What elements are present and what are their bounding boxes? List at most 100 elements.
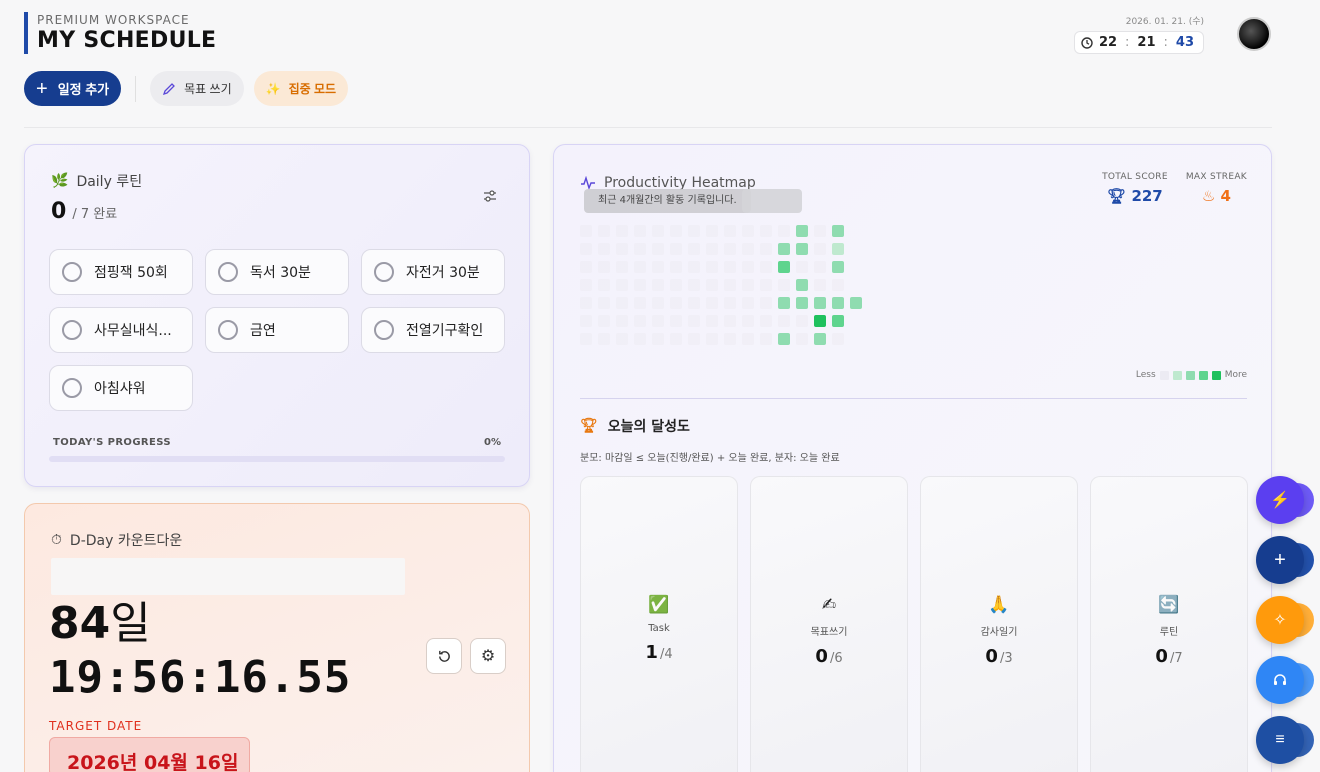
focus-fab[interactable]: ✧ <box>1256 596 1304 644</box>
heatmap-cell[interactable] <box>832 243 844 255</box>
heatmap-cell[interactable] <box>706 243 718 255</box>
heatmap-cell[interactable] <box>688 333 700 345</box>
heatmap-cell[interactable] <box>634 225 646 237</box>
routine-item[interactable]: 자전거 30분 <box>361 249 505 295</box>
heatmap-cell[interactable] <box>652 297 664 309</box>
routine-item[interactable]: 독서 30분 <box>205 249 349 295</box>
heatmap-cell[interactable] <box>688 225 700 237</box>
heatmap-cell[interactable] <box>760 243 772 255</box>
heatmap-cell[interactable] <box>760 279 772 291</box>
heatmap-cell[interactable] <box>760 333 772 345</box>
heatmap-cell[interactable] <box>778 279 790 291</box>
heatmap-cell[interactable] <box>616 279 628 291</box>
heatmap-cell[interactable] <box>616 297 628 309</box>
heatmap-cell[interactable] <box>580 333 592 345</box>
heatmap-cell[interactable] <box>598 279 610 291</box>
headphones-fab[interactable] <box>1256 656 1304 704</box>
heatmap-cell[interactable] <box>670 261 682 273</box>
heatmap-cell[interactable] <box>832 261 844 273</box>
heatmap-cell[interactable] <box>706 333 718 345</box>
heatmap-cell[interactable] <box>850 297 862 309</box>
heatmap-cell[interactable] <box>616 225 628 237</box>
heatmap-cell[interactable] <box>832 225 844 237</box>
heatmap-cell[interactable] <box>742 333 754 345</box>
heatmap-cell[interactable] <box>760 225 772 237</box>
heatmap-cell[interactable] <box>634 315 646 327</box>
heatmap-cell[interactable] <box>778 333 790 345</box>
heatmap-cell[interactable] <box>580 279 592 291</box>
heatmap-cell[interactable] <box>670 333 682 345</box>
heatmap-cell[interactable] <box>598 225 610 237</box>
heatmap-cell[interactable] <box>598 261 610 273</box>
heatmap-cell[interactable] <box>616 261 628 273</box>
heatmap-cell[interactable] <box>670 225 682 237</box>
heatmap-cell[interactable] <box>724 333 736 345</box>
heatmap-cell[interactable] <box>670 315 682 327</box>
heatmap-cell[interactable] <box>652 261 664 273</box>
menu-fab[interactable]: ≡ <box>1256 716 1304 764</box>
heatmap-cell[interactable] <box>634 279 646 291</box>
heatmap-cell[interactable] <box>652 315 664 327</box>
heatmap-cell[interactable] <box>652 225 664 237</box>
heatmap-cell[interactable] <box>814 333 826 345</box>
checkbox-circle-icon[interactable] <box>374 262 394 282</box>
heatmap-cell[interactable] <box>724 315 736 327</box>
heatmap-cell[interactable] <box>760 315 772 327</box>
heatmap-cell[interactable] <box>706 225 718 237</box>
heatmap-cell[interactable] <box>580 297 592 309</box>
heatmap-cell[interactable] <box>652 279 664 291</box>
heatmap-cell[interactable] <box>796 225 808 237</box>
heatmap-cell[interactable] <box>742 261 754 273</box>
heatmap-cell[interactable] <box>688 297 700 309</box>
heatmap-cell[interactable] <box>580 243 592 255</box>
heatmap-cell[interactable] <box>616 315 628 327</box>
settings-sliders-icon[interactable] <box>483 189 497 207</box>
checkbox-circle-icon[interactable] <box>374 320 394 340</box>
heatmap-cell[interactable] <box>814 225 826 237</box>
reset-button[interactable] <box>426 638 462 674</box>
heatmap-cell[interactable] <box>652 333 664 345</box>
checkbox-circle-icon[interactable] <box>218 262 238 282</box>
heatmap-cell[interactable] <box>616 333 628 345</box>
avatar[interactable] <box>1237 17 1271 51</box>
heatmap-cell[interactable] <box>724 243 736 255</box>
achievement-card-task[interactable]: ✅ Task 1/4 <box>580 476 738 772</box>
heatmap-cell[interactable] <box>688 279 700 291</box>
heatmap-cell[interactable] <box>724 279 736 291</box>
heatmap-cell[interactable] <box>760 297 772 309</box>
add-fab[interactable]: + <box>1256 536 1304 584</box>
heatmap-cell[interactable] <box>832 315 844 327</box>
heatmap-cell[interactable] <box>670 279 682 291</box>
heatmap-cell[interactable] <box>706 261 718 273</box>
heatmap-cell[interactable] <box>706 297 718 309</box>
quick-action-fab[interactable]: ⚡ <box>1256 476 1304 524</box>
heatmap-cell[interactable] <box>724 297 736 309</box>
heatmap-cell[interactable] <box>652 243 664 255</box>
heatmap-cell[interactable] <box>796 279 808 291</box>
heatmap-cell[interactable] <box>580 225 592 237</box>
routine-item[interactable]: 금연 <box>205 307 349 353</box>
heatmap-cell[interactable] <box>796 243 808 255</box>
heatmap-cell[interactable] <box>814 297 826 309</box>
heatmap-cell[interactable] <box>742 315 754 327</box>
heatmap-cell[interactable] <box>796 261 808 273</box>
achievement-card-goal[interactable]: ✍ 목표쓰기 0/6 <box>750 476 908 772</box>
checkbox-circle-icon[interactable] <box>218 320 238 340</box>
routine-item[interactable]: 사무실내식... <box>49 307 193 353</box>
heatmap-cell[interactable] <box>778 315 790 327</box>
heatmap-cell[interactable] <box>688 315 700 327</box>
heatmap-cell[interactable] <box>634 243 646 255</box>
heatmap-cell[interactable] <box>796 297 808 309</box>
heatmap-cell[interactable] <box>670 243 682 255</box>
heatmap-cell[interactable] <box>598 243 610 255</box>
focus-mode-button[interactable]: ✨ 집중 모드 <box>253 71 349 106</box>
heatmap-cell[interactable] <box>670 297 682 309</box>
heatmap-cell[interactable] <box>814 261 826 273</box>
heatmap-cell[interactable] <box>634 297 646 309</box>
heatmap-cell[interactable] <box>616 243 628 255</box>
dday-settings-button[interactable]: ⚙ <box>470 638 506 674</box>
heatmap-cell[interactable] <box>742 297 754 309</box>
heatmap-cell[interactable] <box>814 243 826 255</box>
heatmap-cell[interactable] <box>580 261 592 273</box>
heatmap-cell[interactable] <box>778 243 790 255</box>
